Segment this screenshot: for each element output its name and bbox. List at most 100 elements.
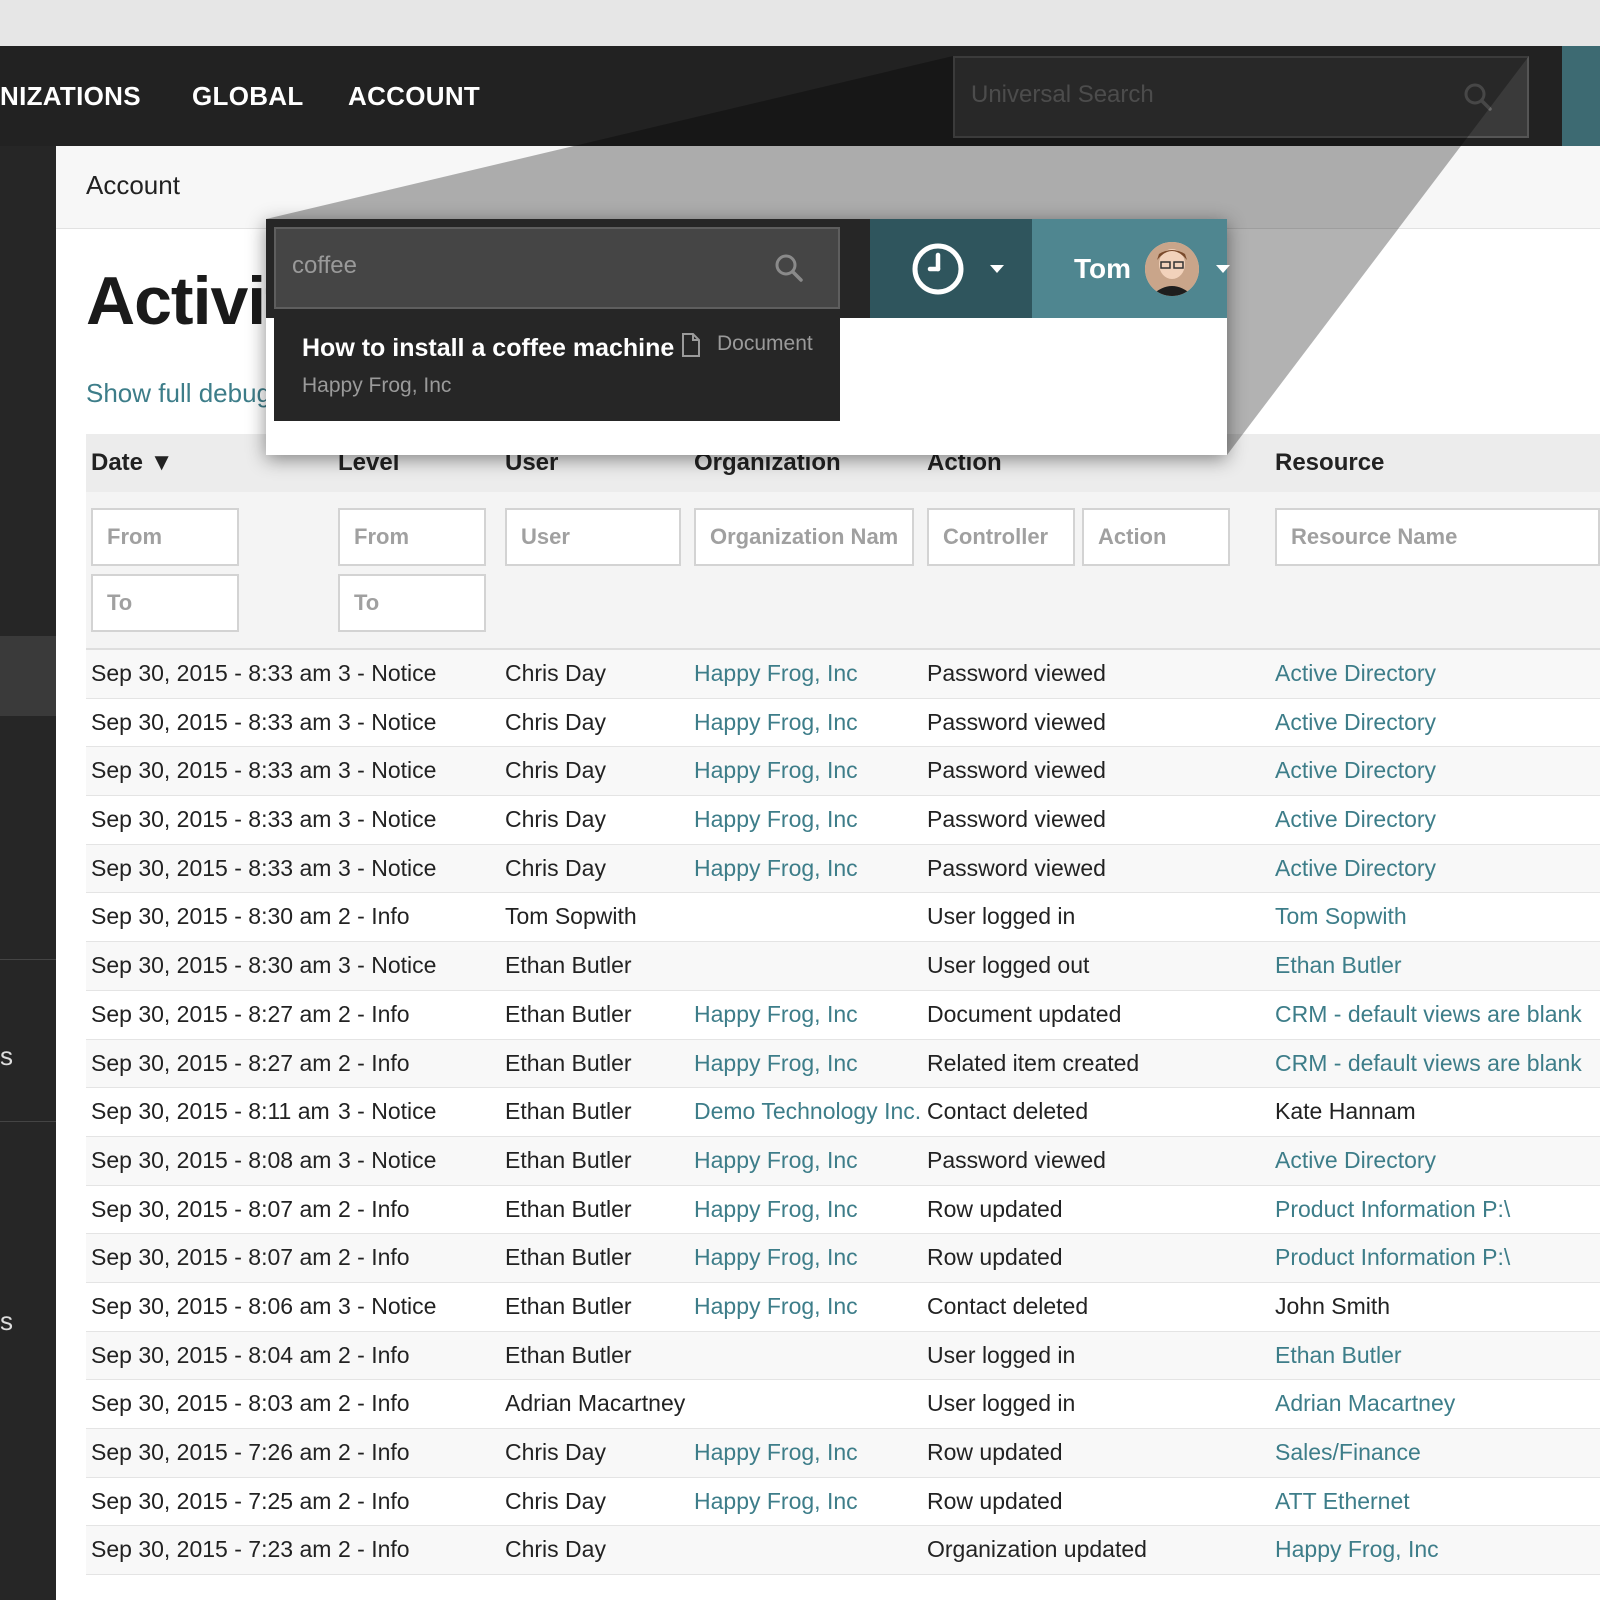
table-row[interactable]: Sep 30, 2015 - 8:30 am 3 - Notice Ethan Bu… <box>86 942 1600 991</box>
cell-date: Sep 30, 2015 - 7:26 am <box>91 1439 332 1465</box>
table-row[interactable]: Sep 30, 2015 - 8:30 am 2 - Info Tom Sopwit… <box>86 893 1600 943</box>
table-row[interactable]: Sep 30, 2015 - 8:06 am 3 - Notice Ethan Bu… <box>86 1283 1600 1332</box>
cell-organization[interactable]: Happy Frog, Inc <box>694 1283 858 1331</box>
table-row[interactable]: Sep 30, 2015 - 8:33 am 3 - Notice Chris Da… <box>86 650 1600 699</box>
cell-date: Sep 30, 2015 - 8:06 am <box>91 1292 332 1319</box>
zoomed-search-box[interactable] <box>274 227 840 309</box>
cell-organization[interactable]: Happy Frog, Inc <box>694 1429 858 1477</box>
table-row[interactable]: Sep 30, 2015 - 7:23 am 2 - Info Chris Day O… <box>86 1526 1600 1576</box>
user-filter[interactable] <box>505 508 681 566</box>
cell-resource[interactable]: Active Directory <box>1275 1137 1436 1185</box>
table-row[interactable]: Sep 30, 2015 - 8:33 am 3 - Notice Chris Da… <box>86 796 1600 845</box>
organization-filter-input[interactable] <box>696 510 912 564</box>
nav-organizations[interactable]: NIZATIONS <box>0 46 141 146</box>
nav-global[interactable]: GLOBAL <box>192 46 304 146</box>
search-result-type: Document <box>717 332 813 355</box>
table-row[interactable]: Sep 30, 2015 - 8:27 am 2 - Info Ethan Butl… <box>86 991 1600 1040</box>
cell-organization[interactable]: Happy Frog, Inc <box>694 1040 858 1088</box>
cell-resource[interactable]: Active Directory <box>1275 699 1436 747</box>
table-row[interactable]: Sep 30, 2015 - 8:04 am 2 - Info Ethan Butl… <box>86 1331 1600 1381</box>
table-row[interactable]: Sep 30, 2015 - 7:25 am 2 - Info Chris Day H… <box>86 1478 1600 1527</box>
cell-organization[interactable]: Demo Technology Inc. <box>694 1088 921 1136</box>
cell-resource[interactable]: Sales/Finance <box>1275 1429 1421 1477</box>
table-row[interactable]: Sep 30, 2015 - 8:07 am 2 - Info Ethan Butl… <box>86 1234 1600 1283</box>
cell-organization[interactable]: Happy Frog, Inc <box>694 747 858 795</box>
table-row[interactable]: Sep 30, 2015 - 8:33 am 3 - Notice Chris Da… <box>86 844 1600 894</box>
chevron-down-icon <box>1216 265 1230 273</box>
date-from-input[interactable] <box>93 510 237 564</box>
level-from-filter[interactable] <box>338 508 486 566</box>
cell-organization[interactable]: Happy Frog, Inc <box>694 796 858 844</box>
sidebar-active-item[interactable] <box>0 636 56 716</box>
sidebar-divider <box>0 959 56 960</box>
cell-organization[interactable]: Happy Frog, Inc <box>694 845 858 893</box>
action-filter-input[interactable] <box>1084 510 1228 564</box>
cell-resource[interactable]: CRM - default views are blank <box>1275 991 1582 1039</box>
level-from-input[interactable] <box>340 510 484 564</box>
cell-resource[interactable]: Ethan Butler <box>1275 942 1402 990</box>
cell-level: 2 - Info <box>338 1487 410 1514</box>
column-header-resource[interactable]: Resource <box>1275 434 1384 492</box>
cell-user: Ethan Butler <box>505 1098 632 1125</box>
cell-resource[interactable]: CRM - default views are blank <box>1275 1040 1582 1088</box>
search-icon[interactable] <box>774 253 804 283</box>
cell-resource[interactable]: Ethan Butler <box>1275 1332 1402 1380</box>
column-header-date[interactable]: Date ▼ <box>91 434 173 492</box>
cell-organization[interactable]: Happy Frog, Inc <box>694 991 858 1039</box>
search-results-dropdown: How to install a coffee machine Happy Fr… <box>274 318 840 421</box>
resource-filter-input[interactable] <box>1277 510 1598 564</box>
action-filter[interactable] <box>1082 508 1230 566</box>
controller-filter[interactable] <box>927 508 1075 566</box>
organization-filter[interactable] <box>694 508 914 566</box>
cell-resource[interactable]: ATT Ethernet <box>1275 1478 1410 1526</box>
search-result-title[interactable]: How to install a coffee machine <box>302 334 674 363</box>
table-row[interactable]: Sep 30, 2015 - 8:27 am 2 - Info Ethan Butl… <box>86 1039 1600 1089</box>
sidebar-item-label[interactable]: s <box>0 1041 13 1072</box>
sidebar-divider <box>0 1121 56 1122</box>
controller-filter-input[interactable] <box>929 510 1073 564</box>
date-to-filter[interactable] <box>91 574 239 632</box>
cell-level: 3 - Notice <box>338 854 437 881</box>
cell-resource[interactable]: Active Directory <box>1275 650 1436 698</box>
cell-resource[interactable]: Tom Sopwith <box>1275 893 1407 941</box>
table-row[interactable]: Sep 30, 2015 - 7:26 am 2 - Info Chris Day H… <box>86 1429 1600 1478</box>
cell-organization[interactable]: Happy Frog, Inc <box>694 1478 858 1526</box>
cell-date: Sep 30, 2015 - 8:33 am <box>91 854 332 881</box>
table-row[interactable]: Sep 30, 2015 - 8:07 am 2 - Info Ethan Butl… <box>86 1186 1600 1235</box>
table-row[interactable]: Sep 30, 2015 - 8:08 am 3 - Notice Ethan Bu… <box>86 1136 1600 1186</box>
table-row[interactable]: Sep 30, 2015 - 8:33 am 3 - Notice Chris Da… <box>86 747 1600 797</box>
universal-search-box[interactable] <box>953 56 1529 138</box>
cell-resource[interactable]: Happy Frog, Inc <box>1275 1526 1439 1574</box>
universal-search-input[interactable] <box>969 80 1443 110</box>
date-from-filter[interactable] <box>91 508 239 566</box>
cell-organization[interactable]: Happy Frog, Inc <box>694 1186 858 1234</box>
date-to-input[interactable] <box>93 576 237 630</box>
cell-resource[interactable]: Active Directory <box>1275 845 1436 893</box>
table-row[interactable]: Sep 30, 2015 - 8:03 am 2 - Info Adrian Mac… <box>86 1380 1600 1429</box>
level-to-input[interactable] <box>340 576 484 630</box>
user-menu-button[interactable]: Tom <box>1032 219 1230 318</box>
cell-organization[interactable]: Happy Frog, Inc <box>694 1137 858 1185</box>
cell-organization[interactable]: Happy Frog, Inc <box>694 699 858 747</box>
cell-organization[interactable]: Happy Frog, Inc <box>694 650 858 698</box>
sidebar-item-label[interactable]: s <box>0 1306 13 1337</box>
nav-account[interactable]: ACCOUNT <box>348 46 480 146</box>
table-row[interactable]: Sep 30, 2015 - 8:33 am 3 - Notice Chris Da… <box>86 699 1600 748</box>
cell-resource[interactable]: Active Directory <box>1275 747 1436 795</box>
zoomed-search-input[interactable] <box>290 251 754 281</box>
show-full-debug-link[interactable]: Show full debug <box>86 378 271 409</box>
level-to-filter[interactable] <box>338 574 486 632</box>
cell-resource[interactable]: Active Directory <box>1275 796 1436 844</box>
cell-resource[interactable]: Adrian Macartney <box>1275 1380 1455 1428</box>
user-filter-input[interactable] <box>507 510 679 564</box>
table-row[interactable]: Sep 30, 2015 - 8:11 am 3 - Notice Ethan Bu… <box>86 1088 1600 1137</box>
resource-filter[interactable] <box>1275 508 1600 566</box>
breadcrumb[interactable]: Account <box>86 170 180 201</box>
cell-level: 3 - Notice <box>338 757 437 784</box>
cell-user: Ethan Butler <box>505 1049 632 1076</box>
cell-resource[interactable]: Product Information P:\ <box>1275 1186 1510 1234</box>
search-icon[interactable] <box>1463 82 1493 112</box>
cell-organization[interactable]: Happy Frog, Inc <box>694 1234 858 1282</box>
cell-resource[interactable]: Product Information P:\ <box>1275 1234 1510 1282</box>
recent-activity-button[interactable] <box>870 219 1032 318</box>
